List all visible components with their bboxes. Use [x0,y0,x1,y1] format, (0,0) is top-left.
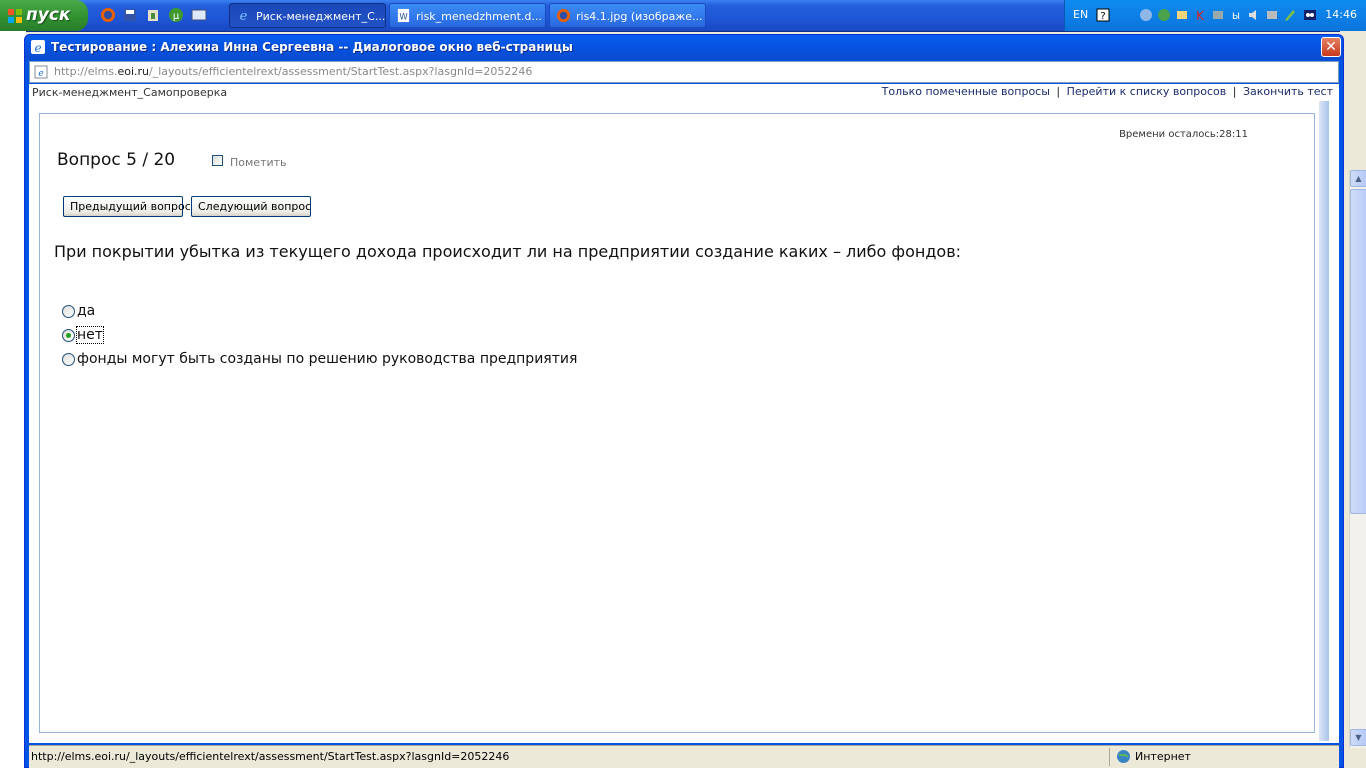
scroll-thumb[interactable] [1350,189,1366,514]
content-frame: Риск-менеджмент_Самопроверка Только поме… [29,84,1339,743]
taskbar-item-ie[interactable]: e Риск-менеджмент_С... [229,3,386,28]
taskbar-item-label: Риск-менеджмент_С... [256,10,386,23]
dialog-title: Тестирование : Алехина Инна Сергеевна --… [51,40,573,54]
dialog-window: e Тестирование : Алехина Инна Сергеевна … [24,34,1344,768]
address-bar: e http://elms.eoi.ru/_layouts/efficiente… [29,61,1339,83]
frame-scroll-strip [1319,101,1329,741]
firefox-icon [556,8,571,23]
ie-icon: e [31,40,45,54]
system-tray: EN ? K Ы 14:46 [1064,0,1366,31]
network-icon[interactable] [1139,8,1153,22]
link-separator: | [1232,85,1237,98]
svg-text:e: e [38,69,43,79]
address-url: http://elms.eoi.ru/_layouts/efficientelr… [54,65,532,78]
close-button[interactable]: ✕ [1321,37,1341,57]
background-scrollbar[interactable]: ▲ ▼ [1349,170,1366,748]
status-url: http://elms.eoi.ru/_layouts/efficientelr… [31,750,510,763]
question-counter: Вопрос 5 / 20 [57,150,176,170]
volume-icon[interactable] [1247,8,1261,22]
address-prefix: http://elms. [54,65,118,78]
test-panel: Времени осталось:28:11 Вопрос 5 / 20 Пом… [39,113,1315,733]
svg-text:K: K [1196,9,1205,22]
save-icon[interactable] [122,7,138,23]
mark-label[interactable]: Пометить [230,156,287,169]
course-title: Риск-менеджмент_Самопроверка [32,86,228,99]
pen-icon[interactable] [1283,8,1297,22]
tree-icon[interactable] [145,7,161,23]
background-browser-window [0,31,26,768]
answer-label[interactable]: фонды могут быть созданы по решению руко… [77,351,577,367]
word-document-icon: W [397,8,410,23]
address-domain: eoi.ru [117,65,150,78]
answer-radio[interactable] [62,353,75,366]
answer-radio[interactable] [62,305,75,318]
taskbar-item-label: ris4.1.jpg (изображе... [576,10,703,23]
svg-text:µ: µ [173,11,180,22]
taskbar-item-word[interactable]: W risk_menedzhment.d... [389,3,546,28]
link-finish-test[interactable]: Закончить тест [1243,85,1333,98]
start-button[interactable]: пуск [0,0,88,31]
link-marked-questions[interactable]: Только помеченные вопросы [882,85,1050,98]
mark-checkbox[interactable] [212,155,223,166]
previous-question-button[interactable]: Предыдущий вопрос [63,196,191,217]
link-question-list[interactable]: Перейти к списку вопросов [1067,85,1227,98]
firefox-icon[interactable] [100,7,116,23]
answer-radio[interactable] [62,329,75,342]
svg-text:?: ? [1100,11,1105,22]
utorrent-icon[interactable]: µ [168,7,184,23]
address-suffix: /_layouts/efficientelrext/assessment/Sta… [149,65,533,78]
scroll-up-arrow-icon[interactable]: ▲ [1350,170,1366,187]
desktop-icon[interactable] [191,7,207,23]
ie-icon: e [240,9,248,23]
taskbar: пуск µ e Риск-менеджмент_С... W risk_men… [0,0,1366,32]
taskbar-item-firefox[interactable]: ris4.1.jpg (изображе... [549,3,706,28]
svg-text:Ы: Ы [1232,12,1240,22]
start-label: пуск [26,5,71,25]
antivirus-icon[interactable] [1175,8,1189,22]
taskbar-item-label: risk_menedzhment.d... [416,10,542,23]
messenger-icon[interactable] [1303,8,1317,22]
top-links: Только помеченные вопросы | Перейти к сп… [882,85,1333,98]
page-icon: e [34,65,48,79]
bluetooth-icon[interactable]: Ы [1229,8,1243,22]
dialog-titlebar[interactable]: e Тестирование : Алехина Инна Сергеевна … [25,35,1343,60]
svg-text:e: e [240,9,248,23]
status-divider [1109,748,1110,766]
security-zone-label: Интернет [1135,750,1191,763]
display-icon[interactable] [1211,8,1225,22]
globe-icon [1117,750,1130,763]
monitor-icon[interactable]: K [1193,8,1207,22]
scroll-down-arrow-icon[interactable]: ▼ [1350,729,1366,746]
link-separator: | [1056,85,1061,98]
windows-logo-icon [8,9,22,23]
svg-text:W: W [399,11,408,21]
language-indicator[interactable]: EN [1073,8,1088,21]
question-text: При покрытии убытка из текущего дохода п… [54,242,962,261]
status-bar: http://elms.eoi.ru/_layouts/efficientelr… [29,745,1339,768]
time-remaining: Времени осталось:28:11 [1119,129,1248,140]
next-question-button[interactable]: Следующий вопрос [191,196,311,217]
help-icon[interactable]: ? [1096,8,1110,22]
display-settings-icon[interactable] [1265,8,1279,22]
clock: 14:46 [1325,8,1357,21]
answer-label[interactable]: да [77,303,95,319]
sync-icon[interactable] [1157,8,1171,22]
svg-text:e: e [34,41,41,54]
answer-label[interactable]: нет [76,326,104,344]
